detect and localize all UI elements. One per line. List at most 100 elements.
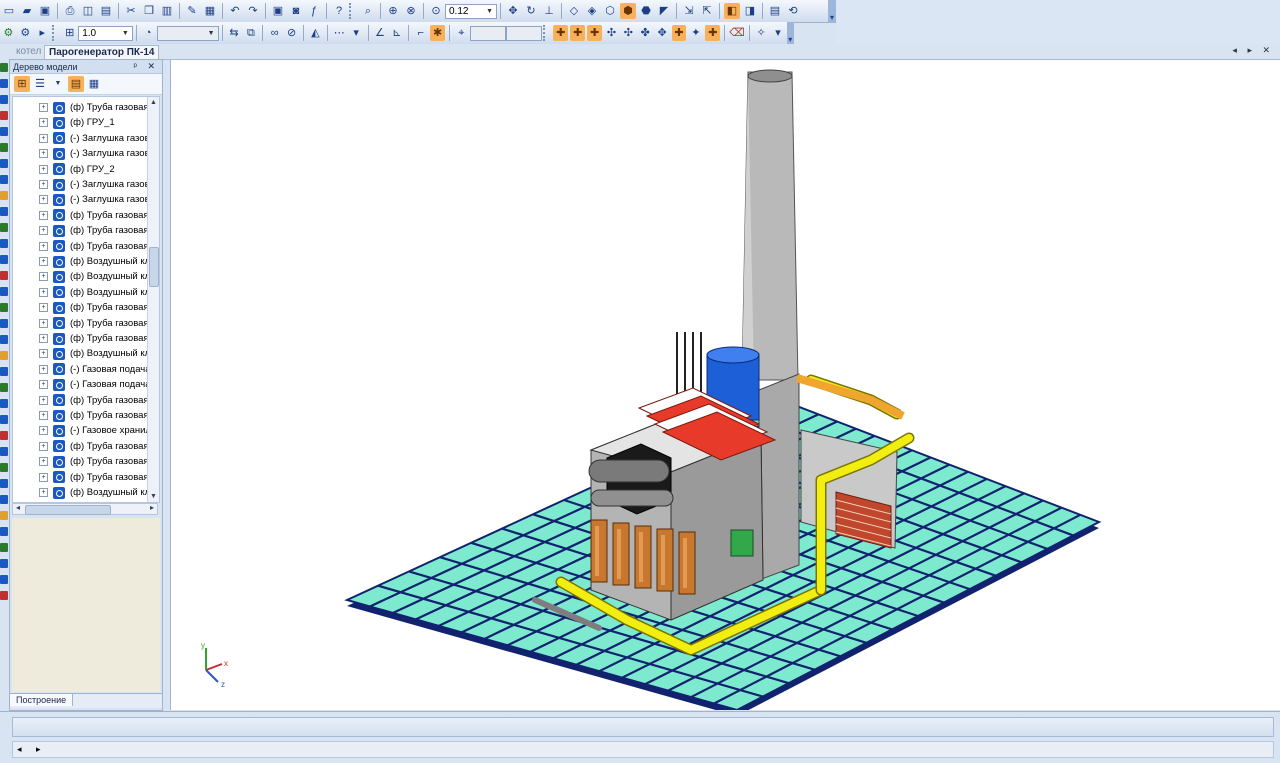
structure-view-icon[interactable]: ⊞ bbox=[14, 76, 30, 92]
expand-icon[interactable]: + bbox=[39, 411, 48, 420]
rotate-icon[interactable]: ↻ bbox=[523, 3, 539, 19]
compact-tool-icon[interactable] bbox=[0, 287, 8, 296]
tree-item[interactable]: + (ф) Труба газовая_ bbox=[13, 100, 149, 115]
scroll-thumb[interactable] bbox=[149, 247, 159, 287]
print-preview-icon[interactable]: ◫ bbox=[80, 3, 96, 19]
section-icon[interactable]: ◨ bbox=[742, 3, 758, 19]
snap-quadrant-icon[interactable]: ✚ bbox=[705, 25, 721, 41]
angle-snap-icon[interactable]: ∠ bbox=[373, 25, 388, 41]
grid-options-icon[interactable]: ▾ bbox=[349, 25, 364, 41]
expand-icon[interactable]: + bbox=[39, 472, 48, 482]
mirror-icon[interactable]: ◭ bbox=[308, 25, 323, 41]
tab-postroenie[interactable]: Построение bbox=[10, 694, 74, 706]
print-icon[interactable]: ⎙ bbox=[62, 3, 78, 19]
undo-icon[interactable]: ↶ bbox=[227, 3, 243, 19]
filter-icon[interactable]: ▦ bbox=[86, 76, 102, 92]
snap-toggle-icon[interactable]: ✱ bbox=[430, 25, 446, 41]
chevron-down-icon[interactable]: ▼ bbox=[50, 76, 66, 92]
tree-item[interactable]: + (ф) Воздушный кла bbox=[13, 485, 149, 500]
snap-grid-icon[interactable]: ✚ bbox=[671, 25, 687, 41]
tree-item[interactable]: + (ф) Труба газовая_ bbox=[13, 239, 149, 254]
scroll-left-icon[interactable]: ◂ bbox=[13, 503, 23, 512]
tree-item[interactable]: + (ф) Воздушный кла bbox=[13, 346, 149, 361]
snap-nearest-icon[interactable]: ✚ bbox=[553, 25, 569, 41]
assembly-icon[interactable]: ⚙ bbox=[1, 25, 16, 41]
expand-icon[interactable]: + bbox=[39, 303, 48, 313]
open-icon[interactable]: ▰ bbox=[19, 3, 35, 19]
compact-tool-icon[interactable] bbox=[0, 239, 8, 248]
expand-icon[interactable]: + bbox=[39, 287, 48, 297]
compact-tool-icon[interactable] bbox=[0, 511, 8, 520]
hidden-lines-icon[interactable]: ◈ bbox=[584, 3, 600, 19]
zoom-scale-combo[interactable]: 0.12 ▼ bbox=[445, 3, 497, 19]
compact-tool-icon[interactable] bbox=[0, 463, 8, 472]
tree-item[interactable]: + (ф) Труба газовая_ bbox=[13, 300, 149, 315]
tab-navigation[interactable]: ◂ ▸ ✕ bbox=[1232, 45, 1274, 56]
library-icon[interactable]: ◙ bbox=[288, 3, 304, 19]
expand-icon[interactable]: + bbox=[39, 180, 48, 189]
shaded-icon[interactable]: ⬢ bbox=[620, 3, 636, 19]
expand-icon[interactable]: + bbox=[39, 395, 48, 405]
compact-tool-icon[interactable] bbox=[0, 559, 8, 568]
compact-tool-icon[interactable] bbox=[0, 271, 8, 280]
panel-pin-close[interactable]: ᵖ ✕ bbox=[134, 61, 162, 72]
snap-tangent-icon[interactable]: ✤ bbox=[638, 25, 653, 41]
expand-icon[interactable]: + bbox=[39, 103, 48, 112]
tree-item[interactable]: + (ф) Труба газовая_ bbox=[13, 470, 149, 485]
toolbar-grip[interactable] bbox=[349, 3, 356, 19]
compact-tool-icon[interactable] bbox=[0, 367, 8, 376]
compact-tool-icon[interactable] bbox=[0, 575, 8, 584]
step-combo[interactable]: 1.0 ▼ bbox=[78, 25, 133, 41]
zoom-in-icon[interactable]: ⊕ bbox=[385, 3, 401, 19]
compact-tool-icon[interactable] bbox=[0, 479, 8, 488]
refresh-icon[interactable]: ⟲ bbox=[785, 3, 801, 19]
compact-tool-icon[interactable] bbox=[0, 351, 8, 360]
link-icon[interactable]: ∞ bbox=[267, 25, 282, 41]
new-document-icon[interactable]: ▭ bbox=[1, 3, 17, 19]
scroll-up-icon[interactable]: ▲ bbox=[148, 97, 159, 108]
compact-tool-icon[interactable] bbox=[0, 303, 8, 312]
compact-tool-icon[interactable] bbox=[0, 175, 8, 184]
compact-tool-icon[interactable] bbox=[0, 79, 8, 88]
snap-filter-icon[interactable]: ⇱ bbox=[699, 3, 715, 19]
format-painter-icon[interactable]: ✎ bbox=[184, 3, 200, 19]
tree-item[interactable]: + (ф) ГРУ_1 bbox=[13, 115, 149, 130]
paste-icon[interactable]: ▥ bbox=[159, 3, 175, 19]
style-combo[interactable]: ▼ bbox=[156, 25, 219, 41]
misc-icon[interactable]: ▸ bbox=[35, 25, 50, 41]
expand-icon[interactable]: + bbox=[39, 364, 48, 374]
ortho-icon[interactable]: ⊾ bbox=[389, 25, 404, 41]
tree-item[interactable]: + (ф) Труба газовая_ bbox=[13, 454, 149, 469]
compact-tool-icon[interactable] bbox=[0, 255, 8, 264]
expand-icon[interactable]: + bbox=[39, 226, 48, 236]
properties-icon[interactable]: ▦ bbox=[202, 3, 218, 19]
tree-vertical-scrollbar[interactable]: ▲ ▼ bbox=[147, 97, 159, 502]
compact-tool-icon[interactable] bbox=[0, 191, 8, 200]
scroll-right-icon[interactable]: ▸ bbox=[147, 503, 157, 512]
tree-item[interactable]: + (ф) Труба газовая_ bbox=[13, 316, 149, 331]
eraser-icon[interactable]: ⌫ bbox=[729, 25, 745, 41]
grid-icon[interactable]: ⋯ bbox=[332, 25, 347, 41]
tree-item[interactable]: + (ф) Труба газовая_ bbox=[13, 223, 149, 238]
zoom-scale-icon[interactable]: ⊙ bbox=[428, 3, 444, 19]
tree-item[interactable]: + (-) Заглушка газова bbox=[13, 177, 149, 192]
cut-icon[interactable]: ✂ bbox=[123, 3, 139, 19]
compact-tool-icon[interactable] bbox=[0, 335, 8, 344]
pan-icon[interactable]: ✥ bbox=[505, 3, 521, 19]
tree-item[interactable]: + (ф) Труба газовая_ bbox=[13, 331, 149, 346]
compact-tool-icon[interactable] bbox=[0, 495, 8, 504]
tree-item[interactable]: + (-) Газовая подача_ bbox=[13, 377, 149, 392]
tree-list-icon[interactable]: ☰ bbox=[32, 76, 48, 92]
tree-item[interactable]: + (ф) Воздушный кла bbox=[13, 269, 149, 284]
snap-midpoint-icon[interactable]: ✚ bbox=[587, 25, 603, 41]
style-icon[interactable]: ◔ bbox=[141, 25, 156, 41]
tree-item[interactable]: + (-) Заглушка газова bbox=[13, 131, 149, 146]
step-icon[interactable]: ⊞ bbox=[62, 25, 77, 41]
tab-parogenerator[interactable]: Парогенератор ПК-14 bbox=[44, 45, 160, 59]
copy-icon[interactable]: ❐ bbox=[141, 3, 157, 19]
toolbar-grip[interactable] bbox=[542, 25, 550, 41]
tree-item[interactable]: + (ф) Воздушный кла bbox=[13, 254, 149, 269]
orientation-icon[interactable]: ⊥ bbox=[541, 3, 557, 19]
compact-tool-icon[interactable] bbox=[0, 223, 8, 232]
scroll-down-icon[interactable]: ▼ bbox=[148, 491, 159, 502]
